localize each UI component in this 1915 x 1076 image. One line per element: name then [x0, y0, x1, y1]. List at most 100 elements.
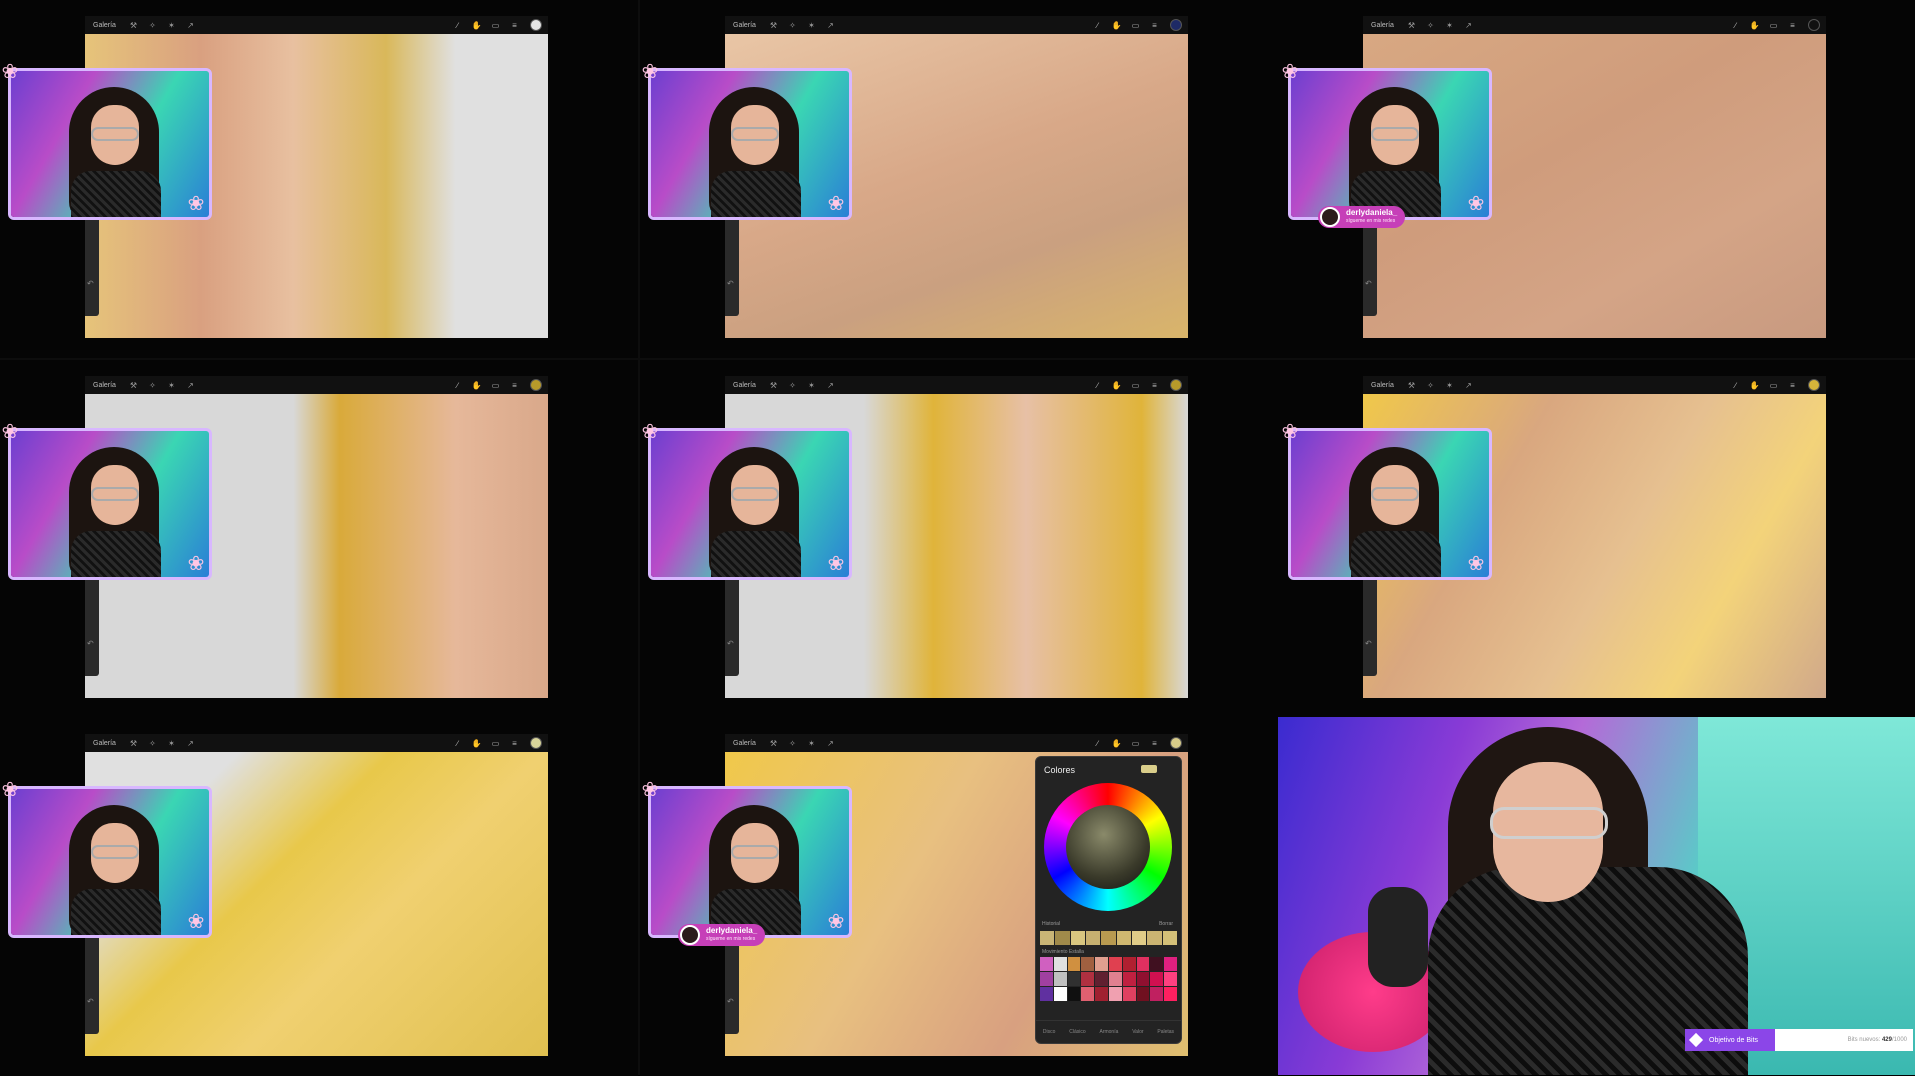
magic-wand-icon[interactable]: ✧ — [788, 381, 797, 390]
eraser-icon[interactable]: ▭ — [1131, 381, 1140, 390]
history-swatch[interactable] — [1040, 931, 1055, 945]
history-clear-button[interactable]: Borrar — [1159, 921, 1173, 927]
transform-icon[interactable]: ↗ — [186, 21, 195, 30]
transform-icon[interactable]: ↗ — [186, 739, 195, 748]
color-picker-button[interactable] — [530, 737, 542, 749]
brush-icon[interactable]: ∕ — [453, 739, 462, 748]
brush-icon[interactable]: ∕ — [1093, 21, 1102, 30]
selection-icon[interactable]: ✶ — [1445, 381, 1454, 390]
gallery-button[interactable]: Galería — [1371, 382, 1394, 389]
selection-icon[interactable]: ✶ — [1445, 21, 1454, 30]
undo-icon[interactable]: ↶ — [1365, 279, 1372, 288]
brush-icon[interactable]: ∕ — [1731, 381, 1740, 390]
color-picker-button[interactable] — [530, 19, 542, 31]
wrench-icon[interactable]: ⚒ — [1407, 21, 1416, 30]
history-swatch[interactable] — [1162, 931, 1177, 945]
brush-icon[interactable]: ∕ — [1093, 739, 1102, 748]
eraser-icon[interactable]: ▭ — [1131, 21, 1140, 30]
palette-swatch[interactable] — [1053, 957, 1067, 971]
history-swatch[interactable] — [1070, 931, 1085, 945]
history-swatch[interactable] — [1147, 931, 1162, 945]
palette-swatch[interactable] — [1095, 987, 1108, 1001]
color-picker-button[interactable] — [1808, 19, 1820, 31]
smudge-icon[interactable]: ✋ — [1750, 381, 1760, 390]
history-swatch[interactable] — [1055, 931, 1070, 945]
color-picker-button[interactable] — [1170, 19, 1182, 31]
undo-icon[interactable]: ↶ — [727, 279, 734, 288]
layers-icon[interactable]: ≡ — [1150, 739, 1159, 748]
magic-wand-icon[interactable]: ✧ — [148, 381, 157, 390]
magic-wand-icon[interactable]: ✧ — [148, 21, 157, 30]
smudge-icon[interactable]: ✋ — [472, 381, 482, 390]
palette-swatch[interactable] — [1109, 957, 1122, 971]
colors-tab-valor[interactable]: Valor — [1132, 1029, 1143, 1035]
palette-swatch[interactable] — [1095, 972, 1108, 986]
colors-tab-paletas[interactable]: Paletas — [1157, 1029, 1174, 1035]
layers-icon[interactable]: ≡ — [1788, 381, 1797, 390]
palette-swatch[interactable] — [1164, 987, 1177, 1001]
transform-icon[interactable]: ↗ — [186, 381, 195, 390]
gallery-button[interactable]: Galería — [733, 382, 756, 389]
palette-swatch[interactable] — [1150, 972, 1164, 986]
color-history[interactable] — [1040, 931, 1177, 945]
history-swatch[interactable] — [1116, 931, 1131, 945]
brush-icon[interactable]: ∕ — [453, 21, 462, 30]
smudge-icon[interactable]: ✋ — [472, 21, 482, 30]
palette-swatch[interactable] — [1150, 957, 1164, 971]
smudge-icon[interactable]: ✋ — [1750, 21, 1760, 30]
color-picker-button[interactable] — [1170, 737, 1182, 749]
undo-icon[interactable]: ↶ — [87, 997, 94, 1006]
color-picker-button[interactable] — [1808, 379, 1820, 391]
gallery-button[interactable]: Galería — [733, 22, 756, 29]
palette-swatch[interactable] — [1053, 972, 1067, 986]
undo-icon[interactable]: ↶ — [1365, 639, 1372, 648]
layers-icon[interactable]: ≡ — [1150, 21, 1159, 30]
undo-icon[interactable]: ↶ — [87, 639, 94, 648]
wrench-icon[interactable]: ⚒ — [769, 381, 778, 390]
palette-swatch[interactable] — [1067, 972, 1081, 986]
color-picker-button[interactable] — [1170, 379, 1182, 391]
magic-wand-icon[interactable]: ✧ — [1426, 381, 1435, 390]
brush-icon[interactable]: ∕ — [453, 381, 462, 390]
layers-icon[interactable]: ≡ — [510, 739, 519, 748]
palette-swatch[interactable] — [1109, 972, 1122, 986]
color-wheel-inner[interactable] — [1066, 805, 1150, 889]
gallery-button[interactable]: Galería — [733, 740, 756, 747]
history-swatch[interactable] — [1101, 931, 1116, 945]
smudge-icon[interactable]: ✋ — [472, 739, 482, 748]
palette-swatch[interactable] — [1040, 972, 1053, 986]
gallery-button[interactable]: Galería — [1371, 22, 1394, 29]
transform-icon[interactable]: ↗ — [826, 21, 835, 30]
undo-icon[interactable]: ↶ — [727, 997, 734, 1006]
smudge-icon[interactable]: ✋ — [1112, 21, 1122, 30]
palette-swatch[interactable] — [1109, 987, 1122, 1001]
eraser-icon[interactable]: ▭ — [1769, 381, 1778, 390]
palette-swatch[interactable] — [1136, 957, 1150, 971]
brush-icon[interactable]: ∕ — [1731, 21, 1740, 30]
history-swatch[interactable] — [1131, 931, 1147, 945]
palette-swatch[interactable] — [1095, 957, 1108, 971]
colors-tab-armonía[interactable]: Armonía — [1099, 1029, 1118, 1035]
palette-swatch[interactable] — [1081, 987, 1095, 1001]
selection-icon[interactable]: ✶ — [807, 381, 816, 390]
transform-icon[interactable]: ↗ — [826, 381, 835, 390]
history-swatch[interactable] — [1085, 931, 1101, 945]
eraser-icon[interactable]: ▭ — [491, 21, 500, 30]
palette-swatch[interactable] — [1081, 972, 1095, 986]
transform-icon[interactable]: ↗ — [1464, 21, 1473, 30]
wrench-icon[interactable]: ⚒ — [769, 21, 778, 30]
eraser-icon[interactable]: ▭ — [1769, 21, 1778, 30]
palette-swatch[interactable] — [1136, 987, 1150, 1001]
selection-icon[interactable]: ✶ — [167, 381, 176, 390]
layers-icon[interactable]: ≡ — [1788, 21, 1797, 30]
smudge-icon[interactable]: ✋ — [1112, 381, 1122, 390]
layers-icon[interactable]: ≡ — [510, 381, 519, 390]
palette-swatch[interactable] — [1067, 987, 1081, 1001]
magic-wand-icon[interactable]: ✧ — [1426, 21, 1435, 30]
palette-grid[interactable] — [1040, 957, 1177, 1001]
palette-swatch[interactable] — [1081, 957, 1095, 971]
eraser-icon[interactable]: ▭ — [1131, 739, 1140, 748]
selection-icon[interactable]: ✶ — [167, 739, 176, 748]
palette-swatch[interactable] — [1122, 987, 1136, 1001]
palette-swatch[interactable] — [1150, 987, 1164, 1001]
